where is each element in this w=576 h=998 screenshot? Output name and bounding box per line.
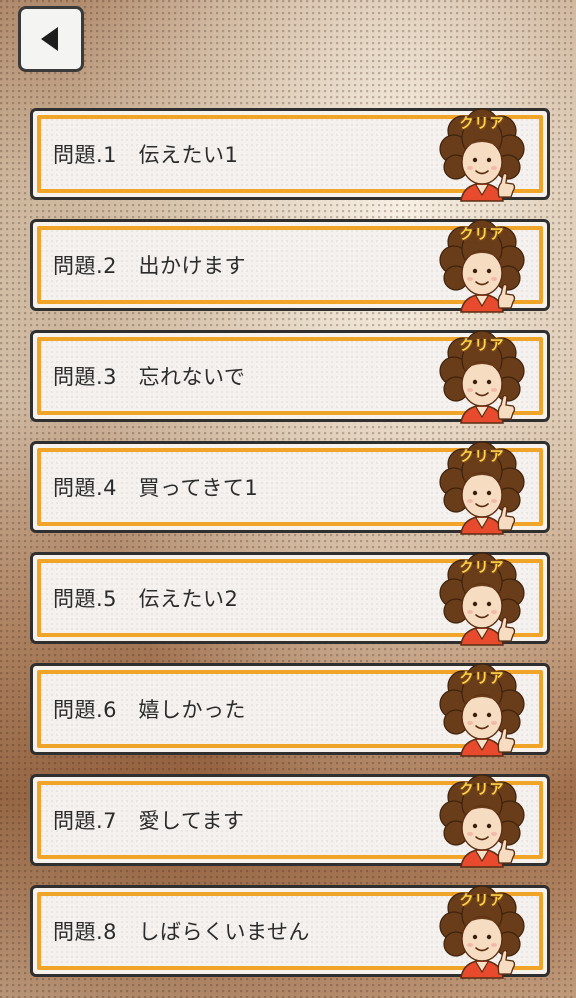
problem-label: 問題.2 出かけます: [53, 254, 247, 278]
clear-badge: クリア: [459, 227, 505, 243]
problem-label: 問題.4 買ってきて1: [53, 476, 259, 500]
problem-item-1[interactable]: 問題.1 伝えたい1 クリア: [30, 105, 550, 202]
mascot-clear-stamp: クリア: [437, 660, 527, 757]
mascot-clear-stamp: クリア: [437, 105, 527, 202]
problem-item-3[interactable]: 問題.3 忘れないで クリア: [30, 327, 550, 424]
problem-label: 問題.8 しばらくいません: [53, 920, 310, 944]
problem-list: 問題.1 伝えたい1 クリア 問題.2 出かけます クリア 問題.3 忘れないで クリ…: [30, 108, 550, 996]
mascot-clear-stamp: クリア: [437, 882, 527, 979]
mascot-clear-stamp: クリア: [437, 327, 527, 424]
problem-label: 問題.3 忘れないで: [53, 365, 246, 389]
problem-item-2[interactable]: 問題.2 出かけます クリア: [30, 216, 550, 313]
back-button[interactable]: [18, 6, 84, 72]
problem-label: 問題.6 嬉しかった: [53, 698, 247, 722]
clear-badge: クリア: [459, 560, 505, 576]
problem-item-6[interactable]: 問題.6 嬉しかった クリア: [30, 660, 550, 757]
problem-item-4[interactable]: 問題.4 買ってきて1 クリア: [30, 438, 550, 535]
clear-badge: クリア: [459, 893, 505, 909]
back-arrow-icon: [41, 27, 58, 51]
problem-label: 問題.5 伝えたい2: [53, 587, 239, 611]
mascot-clear-stamp: クリア: [437, 216, 527, 313]
problem-item-7[interactable]: 問題.7 愛してます クリア: [30, 771, 550, 868]
problem-label: 問題.7 愛してます: [53, 809, 245, 833]
clear-badge: クリア: [459, 782, 505, 798]
clear-badge: クリア: [459, 671, 505, 687]
problem-item-8[interactable]: 問題.8 しばらくいません クリア: [30, 882, 550, 979]
problem-label: 問題.1 伝えたい1: [53, 143, 239, 167]
mascot-clear-stamp: クリア: [437, 438, 527, 535]
problem-item-5[interactable]: 問題.5 伝えたい2 クリア: [30, 549, 550, 646]
clear-badge: クリア: [459, 116, 505, 132]
clear-badge: クリア: [459, 338, 505, 354]
mascot-clear-stamp: クリア: [437, 549, 527, 646]
mascot-clear-stamp: クリア: [437, 771, 527, 868]
clear-badge: クリア: [459, 449, 505, 465]
